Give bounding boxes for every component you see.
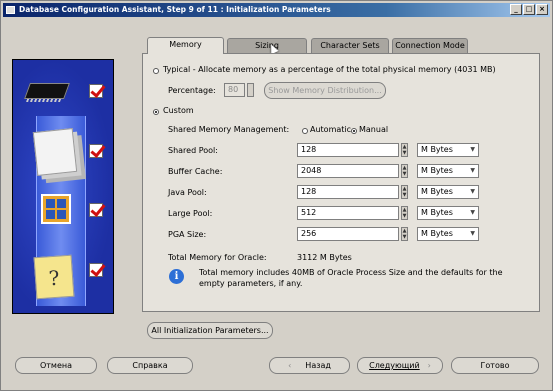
documents-image: [32, 128, 78, 176]
percentage-field[interactable]: 80: [224, 83, 245, 97]
shared-pool-field[interactable]: 128: [297, 143, 399, 157]
checkmark-icon: [89, 84, 103, 98]
memory-info-text: Total memory includes 40MB of Oracle Pro…: [199, 268, 503, 288]
checkmark-icon: [89, 203, 103, 217]
custom-label: Custom: [163, 106, 194, 115]
automatic-radio[interactable]: [302, 128, 308, 134]
total-memory-label: Total Memory for Oracle:: [168, 253, 267, 262]
minimize-button[interactable]: _: [510, 4, 522, 15]
cancel-button[interactable]: Отмена: [15, 357, 97, 374]
java-pool-stepper[interactable]: ▲ ▼: [401, 185, 408, 199]
tab-memory[interactable]: Memory: [147, 37, 224, 54]
manual-radio[interactable]: [351, 128, 357, 134]
question-doc-image: ?: [33, 254, 75, 300]
checkmark-icon: [89, 144, 103, 158]
all-initialization-parameters-button[interactable]: All Initialization Parameters...: [147, 322, 273, 339]
pga-size-unit-select[interactable]: M Bytes ▼: [417, 227, 479, 241]
window-controls: _ □ ×: [510, 4, 548, 15]
help-button[interactable]: Справка: [107, 357, 193, 374]
dbca-window: Database Configuration Assistant, Step 9…: [0, 0, 553, 391]
shared-memory-management-label: Shared Memory Management:: [168, 125, 290, 134]
shared-pool-unit-select[interactable]: M Bytes ▼: [417, 143, 479, 157]
show-memory-distribution-button[interactable]: Show Memory Distribution...: [264, 82, 386, 99]
memory-chip-image: [24, 83, 70, 99]
custom-radio[interactable]: [153, 109, 159, 115]
pga-size-label: PGA Size:: [168, 230, 207, 239]
buffer-cache-unit-select[interactable]: M Bytes ▼: [417, 164, 479, 178]
chevron-down-icon: ▼: [470, 167, 475, 174]
java-pool-unit-select[interactable]: M Bytes ▼: [417, 185, 479, 199]
java-pool-label: Java Pool:: [168, 188, 207, 197]
large-pool-unit-select[interactable]: M Bytes ▼: [417, 206, 479, 220]
buffer-cache-label: Buffer Cache:: [168, 167, 223, 176]
grid-shapes-image: [41, 194, 71, 224]
tab-connection-mode[interactable]: Connection Mode: [392, 38, 468, 53]
percentage-stepper[interactable]: [247, 83, 254, 97]
buffer-cache-stepper[interactable]: ▲ ▼: [401, 164, 408, 178]
back-button[interactable]: ‹ Назад: [269, 357, 350, 374]
app-icon: [6, 6, 15, 14]
buffer-cache-field[interactable]: 2048: [297, 164, 399, 178]
info-icon: i: [169, 269, 184, 284]
java-pool-field[interactable]: 128: [297, 185, 399, 199]
checkmark-icon: [89, 263, 103, 277]
large-pool-field[interactable]: 512: [297, 206, 399, 220]
pga-size-field[interactable]: 256: [297, 227, 399, 241]
close-button[interactable]: ×: [536, 4, 548, 15]
typical-radio[interactable]: [153, 68, 159, 74]
large-pool-stepper[interactable]: ▲ ▼: [401, 206, 408, 220]
maximize-button[interactable]: □: [523, 4, 535, 15]
chevron-left-icon: ‹: [288, 361, 292, 370]
window-title: Database Configuration Assistant, Step 9…: [19, 5, 331, 14]
shared-pool-label: Shared Pool:: [168, 146, 218, 155]
manual-label: Manual: [359, 125, 389, 134]
large-pool-label: Large Pool:: [168, 209, 213, 218]
automatic-label: Automatic: [310, 125, 352, 134]
typical-label: Typical - Allocate memory as a percentag…: [163, 65, 496, 74]
chevron-right-icon: ›: [427, 361, 431, 370]
chevron-down-icon: ▼: [470, 146, 475, 153]
next-button[interactable]: Следующий ›: [357, 357, 443, 374]
finish-button[interactable]: Готово: [451, 357, 539, 374]
total-memory-value: 3112 M Bytes: [297, 253, 352, 262]
shared-pool-stepper[interactable]: ▲ ▼: [401, 143, 408, 157]
chevron-down-icon: ▼: [470, 209, 475, 216]
chevron-down-icon: ▼: [470, 188, 475, 195]
wizard-illustration: ?: [12, 59, 114, 314]
title-bar[interactable]: Database Configuration Assistant, Step 9…: [3, 3, 550, 17]
chevron-down-icon: ▼: [470, 230, 475, 237]
tab-character-sets[interactable]: Character Sets: [311, 38, 389, 53]
percentage-label: Percentage:: [168, 86, 216, 95]
pga-size-stepper[interactable]: ▲ ▼: [401, 227, 408, 241]
